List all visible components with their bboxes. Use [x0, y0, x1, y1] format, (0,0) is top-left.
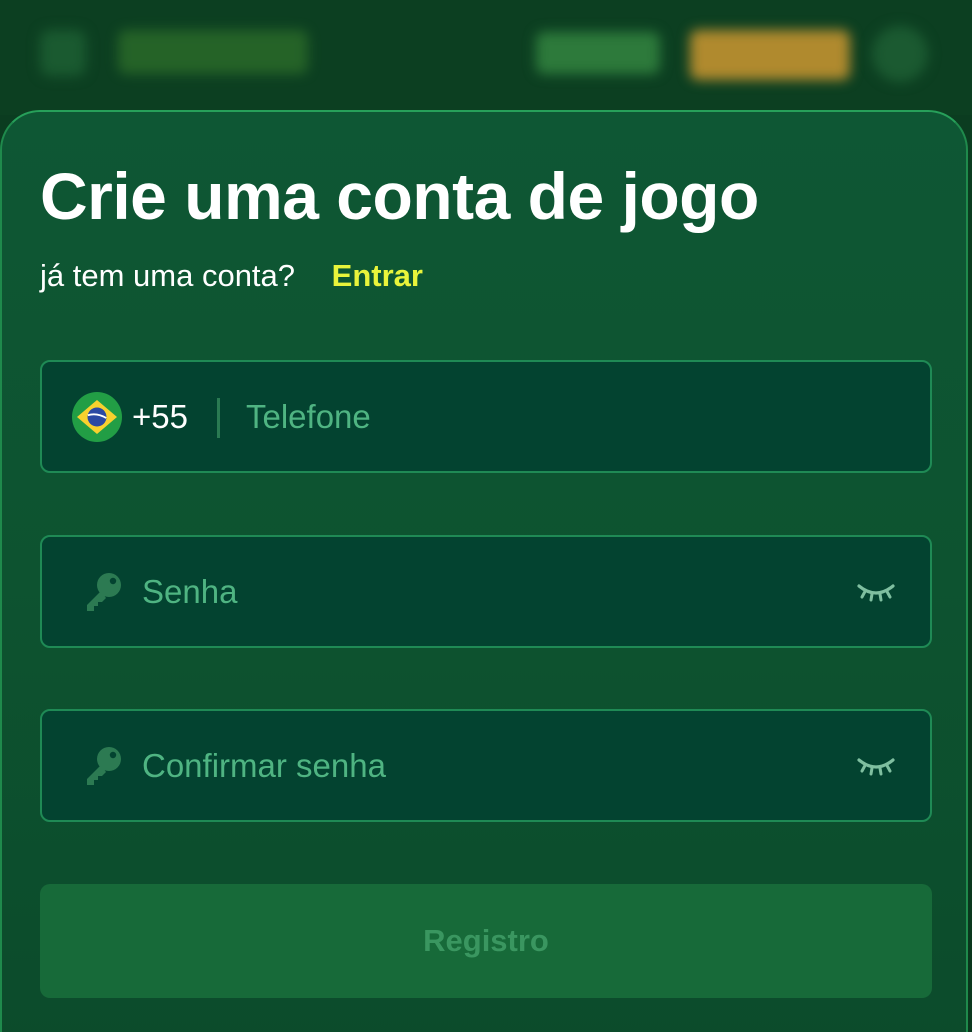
brazil-flag-icon[interactable] — [72, 391, 122, 442]
login-link[interactable]: Entrar — [332, 258, 423, 293]
registration-screen: Crie uma conta de jogo já tem uma conta?… — [0, 0, 972, 1032]
confirm-password-field[interactable]: Confirmar senha — [40, 709, 932, 822]
background-register-button — [690, 30, 850, 80]
registration-card: Crie uma conta de jogo já tem uma conta?… — [0, 110, 968, 1032]
phone-field[interactable]: +55 Telefone — [40, 360, 932, 473]
eye-closed-icon[interactable] — [856, 580, 896, 604]
background-header — [0, 0, 972, 115]
brand-logo — [118, 30, 308, 74]
confirm-password-input[interactable]: Confirmar senha — [142, 747, 386, 785]
phone-input[interactable]: Telefone — [246, 398, 371, 436]
field-divider — [217, 398, 220, 438]
menu-icon — [40, 30, 86, 76]
country-code[interactable]: +55 — [132, 398, 188, 436]
eye-closed-icon[interactable] — [856, 754, 896, 778]
key-icon — [87, 746, 121, 785]
page-title: Crie uma conta de jogo — [40, 159, 759, 233]
avatar — [872, 26, 928, 82]
have-account-text: já tem uma conta? — [40, 258, 296, 293]
login-prompt: já tem uma conta? Entrar — [40, 258, 423, 294]
password-input[interactable]: Senha — [142, 573, 237, 611]
register-button[interactable]: Registro — [40, 884, 932, 998]
background-login-button — [536, 32, 660, 74]
key-icon — [87, 572, 121, 611]
password-field[interactable]: Senha — [40, 535, 932, 648]
